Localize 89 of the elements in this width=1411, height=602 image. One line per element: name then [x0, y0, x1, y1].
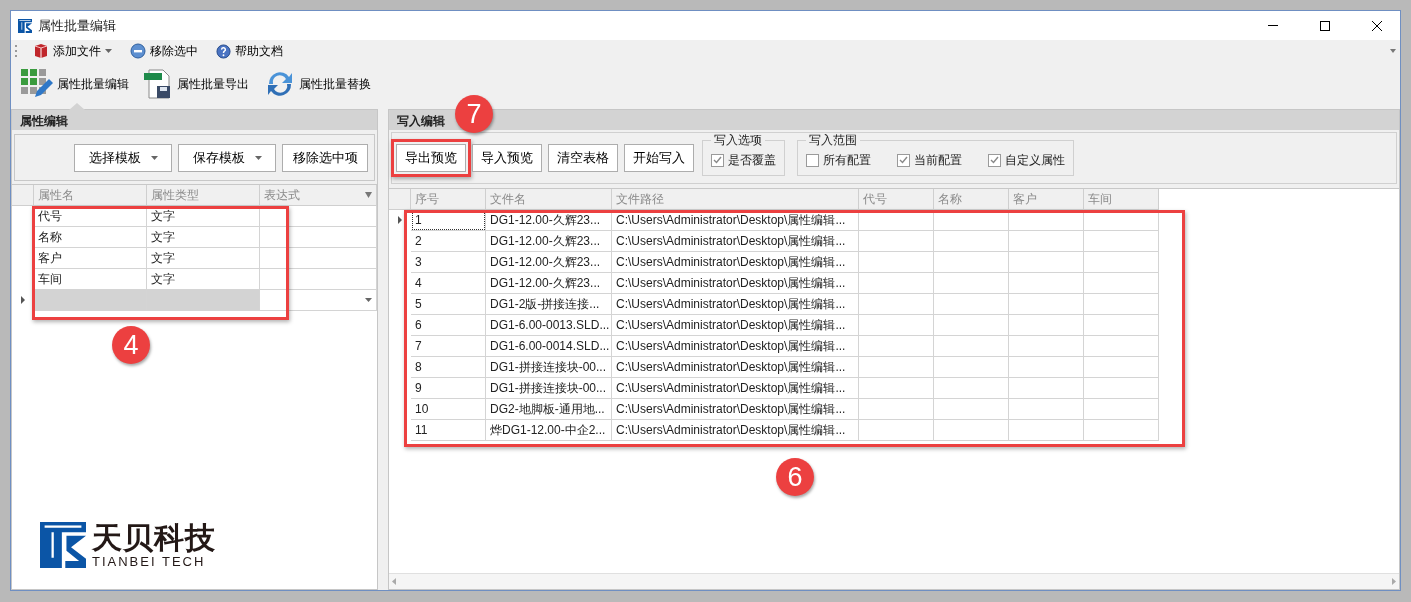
overflow-icon[interactable]	[1390, 49, 1396, 53]
table-cell: C:\Users\Administrator\Desktop\属性编辑...	[612, 420, 859, 441]
table-cell: 2	[411, 231, 486, 252]
caret-icon	[105, 49, 112, 53]
company-logo-icon	[40, 522, 86, 568]
group-title: 写入范围	[808, 132, 858, 149]
maximize-icon	[1320, 20, 1330, 31]
caret-icon	[365, 298, 372, 302]
help-icon	[216, 43, 231, 59]
caret-icon	[150, 155, 158, 160]
action-button[interactable]: 导入预览	[472, 144, 542, 172]
company-name: 天贝科技	[92, 522, 216, 554]
action-button[interactable]: 开始写入	[624, 144, 694, 172]
table-cell: 5	[411, 294, 486, 315]
new-row-cell[interactable]	[147, 290, 260, 311]
action-button[interactable]: 清空表格	[548, 144, 618, 172]
table-cell: 文字	[147, 269, 260, 290]
grid-edit-icon	[21, 69, 55, 99]
table-cell: DG1-2版-拼接连接...	[486, 294, 612, 315]
table-cell: C:\Users\Administrator\Desktop\属性编辑...	[612, 231, 859, 252]
app-logo-icon	[18, 18, 32, 33]
toolbar-button[interactable]: 添加文件	[31, 41, 114, 61]
table-cell: DG1-12.00-久辉23...	[486, 252, 612, 273]
toolbar-button[interactable]: 移除选中	[128, 41, 200, 61]
table-cell: 9	[411, 378, 486, 399]
close-icon	[1372, 20, 1382, 31]
company-subtitle: TIANBEI TECH	[92, 554, 207, 569]
table-cell: 10	[411, 399, 486, 420]
group-title: 写入选项	[713, 132, 763, 149]
checkbox[interactable]: 当前配置	[897, 151, 962, 169]
table-cell: 文字	[147, 227, 260, 248]
filter-icon[interactable]	[365, 192, 372, 198]
table-cell: C:\Users\Administrator\Desktop\属性编辑...	[612, 336, 859, 357]
table-cell: 7	[411, 336, 486, 357]
table-cell: DG2-地脚板-通用地...	[486, 399, 612, 420]
horizontal-scrollbar[interactable]	[389, 573, 1399, 589]
panel-title: 属性编辑	[12, 110, 377, 130]
table-cell: C:\Users\Administrator\Desktop\属性编辑...	[612, 252, 859, 273]
scroll-right-icon[interactable]	[1392, 578, 1396, 585]
table-cell: DG1-12.00-久辉23...	[486, 273, 612, 294]
table-cell: 8	[411, 357, 486, 378]
scroll-left-icon[interactable]	[392, 578, 396, 585]
toolbar-button[interactable]: 帮助文档	[214, 41, 285, 61]
template-button[interactable]: 选择模板	[74, 143, 172, 172]
table-cell: 3	[411, 252, 486, 273]
action-button[interactable]: 导出预览	[396, 144, 466, 172]
checkbox-box[interactable]	[711, 153, 724, 167]
check-icon	[899, 156, 908, 164]
header-corner[interactable]	[12, 185, 34, 206]
checkbox[interactable]: 所有配置	[806, 151, 871, 169]
cube-icon	[33, 43, 49, 59]
table-cell: 车间	[34, 269, 147, 290]
checkbox-box[interactable]	[806, 153, 819, 167]
new-row-cell[interactable]	[34, 290, 147, 311]
checkbox-box[interactable]	[897, 153, 910, 167]
template-button[interactable]: 保存模板	[178, 143, 276, 172]
table-cell: DG1-12.00-久辉23...	[486, 231, 612, 252]
new-row-cell[interactable]	[260, 290, 377, 311]
checkbox[interactable]: 自定义属性	[988, 151, 1065, 169]
table-cell: DG1-6.00-0013.SLD...	[486, 315, 612, 336]
table-cell: 烨DG1-12.00-中企2...	[486, 420, 612, 441]
remove-icon	[130, 43, 146, 59]
header-corner[interactable]	[389, 189, 411, 210]
template-button[interactable]: 移除选中项	[282, 143, 368, 172]
table-cell: C:\Users\Administrator\Desktop\属性编辑...	[612, 294, 859, 315]
table-cell: C:\Users\Administrator\Desktop\属性编辑...	[612, 378, 859, 399]
table-cell: 6	[411, 315, 486, 336]
table-cell: DG1-拼接连接块-00...	[486, 378, 612, 399]
table-cell: 11	[411, 420, 486, 441]
table-cell: DG1-6.00-0014.SLD...	[486, 336, 612, 357]
ribbon-button[interactable]: 属性批量导出	[141, 64, 251, 104]
checkbox[interactable]: 是否覆盖	[711, 151, 776, 169]
table-cell: 4	[411, 273, 486, 294]
table-cell: 名称	[34, 227, 147, 248]
ribbon-button[interactable]: 属性批量替换	[261, 64, 373, 104]
table-cell: DG1-拼接连接块-00...	[486, 357, 612, 378]
table-cell: C:\Users\Administrator\Desktop\属性编辑...	[612, 273, 859, 294]
caret-icon	[254, 155, 262, 160]
table-cell: C:\Users\Administrator\Desktop\属性编辑...	[612, 399, 859, 420]
minimize-icon	[1268, 25, 1278, 26]
table-cell: C:\Users\Administrator\Desktop\属性编辑...	[612, 357, 859, 378]
window-title: 属性批量编辑	[38, 16, 117, 35]
check-icon	[713, 156, 722, 164]
check-icon	[990, 156, 999, 164]
ribbon-button[interactable]: 属性批量编辑	[19, 64, 131, 104]
table-cell: C:\Users\Administrator\Desktop\属性编辑...	[612, 315, 859, 336]
table-cell: 客户	[34, 248, 147, 269]
table-cell: 文字	[147, 248, 260, 269]
checkbox-box[interactable]	[988, 153, 1001, 167]
